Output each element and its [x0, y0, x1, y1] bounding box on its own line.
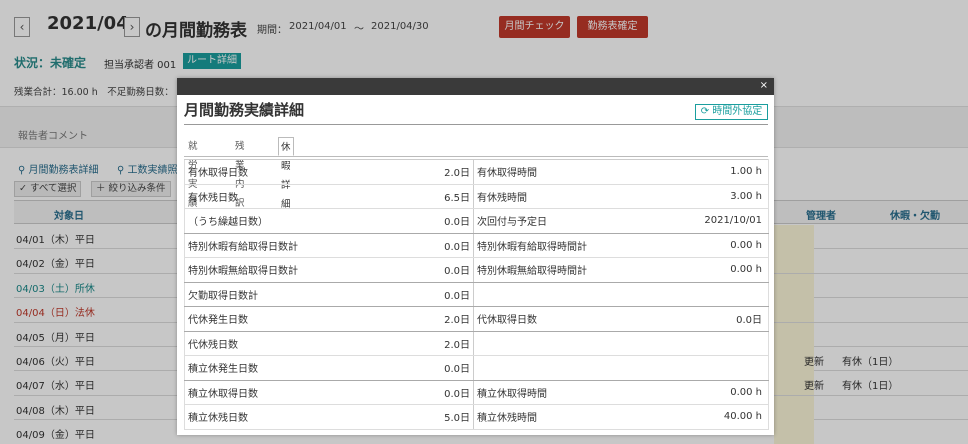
detail-value: 0.0日 — [364, 257, 474, 283]
detail-row: 積立休残日数 5.0日 積立休残時間 40.00 h — [184, 404, 769, 430]
detail-label-2: 積立休残時間 — [473, 404, 654, 430]
detail-value-2: 40.00 h — [653, 404, 769, 430]
detail-row: 欠勤取得日数計 0.0日 — [184, 282, 769, 307]
detail-value-2 — [653, 282, 769, 307]
detail-label-2 — [473, 331, 654, 356]
detail-label-2: 代休取得日数 — [473, 306, 654, 332]
detail-label: 積立休取得日数 — [184, 380, 365, 405]
detail-row: 特別休暇有給取得日数計 0.0日 特別休暇有給取得時間計 0.00 h — [184, 233, 769, 258]
detail-value-2: 2021/10/01 — [653, 208, 769, 234]
detail-label-2: 積立休取得時間 — [473, 380, 654, 405]
detail-row: （うち繰越日数） 0.0日 次回付与予定日 2021/10/01 — [184, 208, 769, 234]
detail-value: 0.0日 — [364, 355, 474, 381]
detail-value: 2.0日 — [364, 331, 474, 356]
detail-row: 有休取得日数 2.0日 有休取得時間 1.00 h — [184, 159, 769, 185]
detail-label: 代休発生日数 — [184, 306, 365, 332]
detail-label-2: 特別休暇有給取得時間計 — [473, 233, 654, 258]
detail-value-2: 0.00 h — [653, 233, 769, 258]
detail-value-2: 0.00 h — [653, 257, 769, 283]
detail-label-2: 次回付与予定日 — [473, 208, 654, 234]
tab-divider — [184, 156, 768, 157]
detail-value-2 — [653, 331, 769, 356]
detail-row: 特別休暇無給取得日数計 0.0日 特別休暇無給取得時間計 0.00 h — [184, 257, 769, 283]
detail-label: 有休残日数 — [184, 184, 365, 209]
detail-value-2: 0.0日 — [653, 306, 769, 332]
tab-work-results[interactable]: 就労実績 — [186, 137, 200, 209]
tab-leave-details[interactable]: 休暇詳細 — [278, 137, 294, 210]
detail-label: 積立休残日数 — [184, 404, 365, 430]
title-divider — [184, 124, 768, 125]
refresh-icon: ⟳ — [700, 106, 710, 117]
detail-label-2: 有休取得時間 — [473, 159, 654, 185]
detail-value-2: 0.00 h — [653, 380, 769, 405]
detail-value: 0.0日 — [364, 233, 474, 258]
detail-label: 欠勤取得日数計 — [184, 282, 365, 307]
detail-label-2 — [473, 282, 654, 307]
detail-label-2: 有休残時間 — [473, 184, 654, 209]
detail-value: 5.0日 — [364, 404, 474, 430]
detail-value: 2.0日 — [364, 159, 474, 185]
detail-label-2 — [473, 355, 654, 381]
modal-titlebar: × — [177, 78, 774, 95]
detail-label: （うち繰越日数） — [184, 208, 365, 234]
detail-row: 有休残日数 6.5日 有休残時間 3.00 h — [184, 184, 769, 209]
detail-value: 0.0日 — [364, 208, 474, 234]
detail-label-2: 特別休暇無給取得時間計 — [473, 257, 654, 283]
detail-row: 代休発生日数 2.0日 代休取得日数 0.0日 — [184, 306, 769, 332]
close-icon[interactable]: × — [760, 79, 768, 93]
detail-label: 有休取得日数 — [184, 159, 365, 185]
overtime-agreement-label: 時間外協定 — [712, 106, 763, 117]
modal-title: 月間勤務実績詳細 — [184, 101, 305, 119]
detail-label: 代休残日数 — [184, 331, 365, 356]
detail-row: 積立休取得日数 0.0日 積立休取得時間 0.00 h — [184, 380, 769, 405]
detail-label: 特別休暇有給取得日数計 — [184, 233, 365, 258]
detail-label: 特別休暇無給取得日数計 — [184, 257, 365, 283]
detail-value-2 — [653, 355, 769, 381]
detail-value-2: 1.00 h — [653, 159, 769, 185]
monthly-detail-modal: × 月間勤務実績詳細 ⟳ 時間外協定 就労実績 残業内訳 休暇詳細 有休取得日数… — [177, 78, 774, 435]
detail-row: 代休残日数 2.0日 — [184, 331, 769, 356]
leave-details-table: 有休取得日数 2.0日 有休取得時間 1.00 h 有休残日数 6.5日 有休残時間 3.00… — [184, 159, 769, 430]
detail-value: 0.0日 — [364, 282, 474, 307]
overtime-agreement-button[interactable]: ⟳ 時間外協定 — [695, 104, 768, 120]
detail-value: 6.5日 — [364, 184, 474, 209]
detail-row: 積立休発生日数 0.0日 — [184, 355, 769, 381]
detail-value: 0.0日 — [364, 380, 474, 405]
tab-overtime-breakdown[interactable]: 残業内訳 — [233, 137, 247, 209]
detail-label: 積立休発生日数 — [184, 355, 365, 381]
detail-value: 2.0日 — [364, 306, 474, 332]
detail-value-2: 3.00 h — [653, 184, 769, 209]
